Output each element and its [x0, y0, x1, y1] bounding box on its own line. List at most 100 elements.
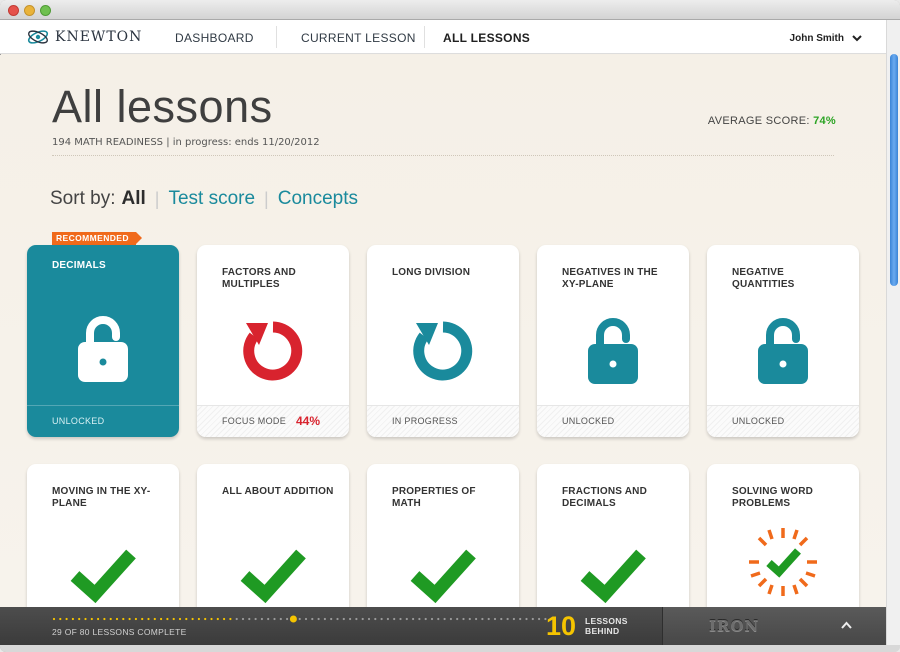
progress-dot [210, 617, 213, 621]
check-burst-icon [749, 528, 817, 596]
lesson-card-moving-in-the-xy-plane[interactable]: MOVING IN THE XY-PLANE [27, 464, 179, 607]
progress-dot [355, 617, 358, 621]
progress-dot [248, 617, 251, 621]
lesson-card-negative-quantities[interactable]: NEGATIVE QUANTITIES UNLOCKED [707, 245, 859, 437]
progress-dot [65, 617, 68, 621]
progress-dot [191, 617, 194, 621]
nav-current-lesson[interactable]: CURRENT LESSON [301, 31, 416, 45]
progress-dot [424, 617, 427, 621]
lesson-card-properties-of-math[interactable]: PROPERTIES OF MATH [367, 464, 519, 607]
sort-option-concepts[interactable]: Concepts [278, 188, 358, 210]
progress-dot [160, 617, 163, 621]
progress-dot [134, 617, 137, 621]
lesson-footer: FOCUS MODE 44% [197, 405, 349, 437]
sort-option-test-score[interactable]: Test score [168, 188, 255, 210]
lesson-status: UNLOCKED [562, 416, 615, 426]
lesson-footer: IN PROGRESS [367, 405, 519, 437]
progress-dot [468, 617, 471, 621]
progress-dot [223, 617, 226, 621]
progress-dot [330, 617, 333, 621]
chevron-up-icon[interactable] [841, 621, 852, 629]
progress-dot [412, 617, 415, 621]
progress-dot [342, 617, 345, 621]
progress-dot [235, 617, 238, 621]
progress-dot [229, 617, 232, 621]
lesson-card-negatives-in-the-xy-plane[interactable]: NEGATIVES IN THE XY-PLANE UNLOCKED [537, 245, 689, 437]
knewton-logo[interactable]: KNEWTON [26, 27, 142, 47]
progress-dot [462, 617, 465, 621]
progress-dot [279, 617, 282, 621]
rank-panel[interactable]: IRON [662, 607, 886, 645]
nav-divider [276, 26, 277, 48]
lesson-card-long-division[interactable]: LONG DIVISION IN PROGRESS [367, 245, 519, 437]
sort-bar: Sort by: All | Test score | Concepts [50, 188, 358, 210]
lesson-footer: UNLOCKED [537, 405, 689, 437]
progress-dot [500, 617, 503, 621]
progress-dot [84, 617, 87, 621]
maximize-window-button[interactable] [40, 5, 51, 16]
progress-dot [109, 617, 112, 621]
progress-dot [386, 617, 389, 621]
lesson-title: FRACTIONS AND DECIMALS [562, 486, 648, 509]
lesson-card-solving-word-problems[interactable]: SOLVING WORD PROBLEMS [707, 464, 859, 607]
lesson-card-all-about-addition[interactable]: ALL ABOUT ADDITION [197, 464, 349, 607]
progress-dot [204, 617, 207, 621]
lesson-progress-track [52, 615, 552, 623]
check-icon [410, 549, 476, 604]
progress-dot [52, 617, 56, 621]
progress-dot [254, 617, 257, 621]
lesson-footer: UNLOCKED [27, 405, 179, 437]
unlock-icon [78, 316, 128, 382]
check-icon [580, 549, 646, 604]
average-score-label: AVERAGE SCORE: [707, 115, 810, 127]
progress-dot [531, 617, 534, 621]
progress-dot [122, 617, 125, 621]
progress-dot [115, 617, 119, 621]
progress-dot [260, 617, 263, 621]
lesson-card-factors-and-multiples[interactable]: FACTORS AND MULTIPLES FOCUS MODE 44% [197, 245, 349, 437]
progress-dot [304, 617, 308, 621]
progress-dot [336, 617, 339, 621]
progress-dot [147, 617, 150, 621]
header-divider [52, 155, 834, 156]
sort-divider: | [264, 188, 269, 209]
window-bottom-edge [0, 645, 900, 652]
lesson-status: UNLOCKED [52, 416, 105, 426]
progress-dot [525, 617, 528, 621]
progress-dot [141, 617, 144, 621]
progress-dot [153, 617, 156, 621]
minimize-window-button[interactable] [24, 5, 35, 16]
user-menu[interactable]: John Smith [790, 33, 862, 44]
nav-dashboard[interactable]: DASHBOARD [175, 31, 254, 45]
lesson-card-decimals[interactable]: DECIMALS UNLOCKED [27, 245, 179, 437]
scrollbar-thumb[interactable] [890, 54, 898, 286]
progress-dot [273, 617, 276, 621]
progress-dot [178, 617, 182, 621]
lesson-title: NEGATIVES IN THE XY-PLANE [562, 267, 658, 290]
progress-dot [367, 617, 371, 621]
sort-divider: | [154, 188, 160, 209]
progress-dot [59, 617, 62, 621]
progress-dot [128, 617, 131, 621]
progress-dot [323, 617, 326, 621]
browser-window: KNEWTON DASHBOARD CURRENT LESSON ALL LES… [0, 0, 900, 652]
progress-dot [241, 617, 245, 621]
lessons-behind-label: LESSONS BEHIND [585, 616, 628, 636]
progress-dot [538, 617, 541, 621]
progress-dot [267, 617, 270, 621]
lesson-title: FACTORS AND MULTIPLES [222, 267, 296, 290]
refresh-icon [243, 321, 303, 381]
progress-dot [172, 617, 175, 621]
page-title: All lessons [52, 81, 273, 132]
progress-bar-footer: 29 OF 80 LESSONS COMPLETE 10 LESSONS BEH… [0, 607, 886, 645]
close-window-button[interactable] [8, 5, 19, 16]
vertical-scrollbar[interactable] [886, 20, 900, 652]
lesson-card-fractions-and-decimals[interactable]: FRACTIONS AND DECIMALS [537, 464, 689, 607]
lessons-behind-line1: LESSONS [585, 616, 628, 626]
progress-dot [90, 617, 93, 621]
progress-dot [361, 617, 364, 621]
nav-all-lessons[interactable]: ALL LESSONS [443, 31, 530, 45]
sort-option-all[interactable]: All [121, 188, 145, 210]
top-navigation: KNEWTON DASHBOARD CURRENT LESSON ALL LES… [0, 20, 886, 54]
refresh-icon [413, 321, 473, 381]
